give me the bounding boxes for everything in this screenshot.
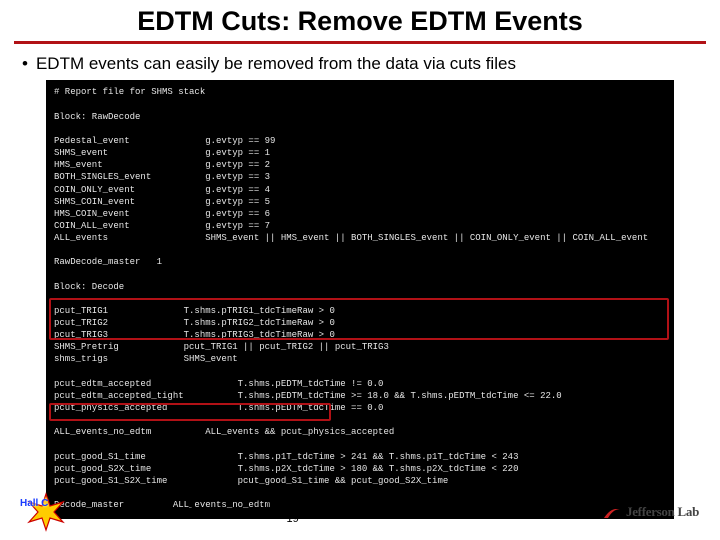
jlab-logo: Jefferson Lab bbox=[602, 501, 706, 523]
footer-date: 01/22/2018 bbox=[263, 498, 323, 512]
footer: Hall C Eric Pooser 01/22/2018 19 Hall C … bbox=[0, 492, 720, 532]
bullet-dot: • bbox=[22, 54, 28, 74]
footer-page: 19 bbox=[287, 513, 299, 525]
bullet-line: • EDTM events can easily be removed from… bbox=[0, 54, 720, 74]
code-block-wrap: # Report file for SHMS stack Block: RawD… bbox=[46, 80, 674, 519]
code-block: # Report file for SHMS stack Block: RawD… bbox=[46, 80, 674, 519]
footer-date-block: 01/22/2018 19 bbox=[263, 499, 323, 525]
footer-author: Eric Pooser bbox=[167, 505, 229, 519]
title-rule bbox=[14, 41, 706, 44]
jlab-logo-text: Jefferson Lab bbox=[626, 504, 699, 520]
footer-meeting: Hall C Collaboration Meeting bbox=[357, 505, 510, 519]
slide-title: EDTM Cuts: Remove EDTM Events bbox=[0, 0, 720, 41]
slide: EDTM Cuts: Remove EDTM Events • EDTM eve… bbox=[0, 0, 720, 540]
bullet-text: EDTM events can easily be removed from t… bbox=[36, 54, 516, 74]
swoosh-icon bbox=[602, 502, 622, 522]
hallc-logo-text: Hall C bbox=[20, 498, 48, 509]
footer-center: Eric Pooser 01/22/2018 19 Hall C Collabo… bbox=[74, 499, 602, 525]
hallc-logo: Hall C bbox=[18, 492, 74, 532]
